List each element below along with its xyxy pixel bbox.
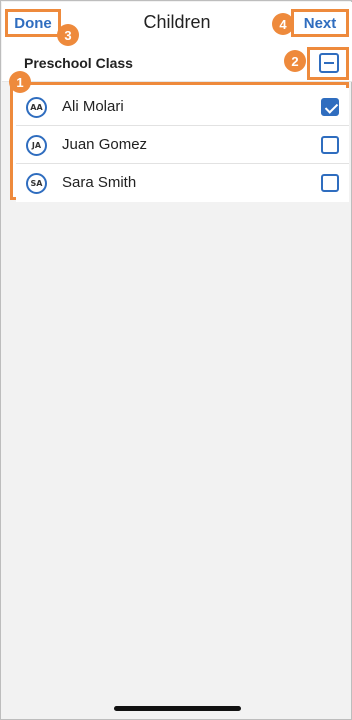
list-item[interactable]: JA Juan Gomez — [16, 126, 349, 164]
avatar: SA — [26, 173, 47, 194]
app-screen: Children Done Next Preschool Class AA Al… — [0, 0, 352, 720]
done-button[interactable]: Done — [5, 9, 61, 37]
callout-badge: 2 — [284, 50, 306, 72]
avatar: AA — [26, 97, 47, 118]
callout-badge: 1 — [9, 71, 31, 93]
child-name: Sara Smith — [62, 174, 137, 191]
next-button[interactable]: Next — [291, 9, 349, 37]
list-item[interactable]: AA Ali Molari — [16, 88, 349, 126]
class-group-label: Preschool Class — [24, 55, 133, 71]
list-item[interactable]: SA Sara Smith — [16, 164, 349, 202]
avatar: JA — [26, 135, 47, 156]
select-all-checkbox[interactable] — [319, 53, 339, 73]
callout-badge: 4 — [272, 13, 294, 35]
callout-badge: 3 — [57, 24, 79, 46]
children-list: AA Ali Molari JA Juan Gomez SA Sara Smit… — [10, 82, 349, 202]
child-checkbox[interactable] — [321, 136, 339, 154]
child-checkbox[interactable] — [321, 174, 339, 192]
home-indicator — [114, 706, 241, 711]
child-name: Juan Gomez — [62, 136, 148, 153]
child-name: Ali Molari — [62, 98, 124, 115]
child-checkbox[interactable] — [321, 98, 339, 116]
